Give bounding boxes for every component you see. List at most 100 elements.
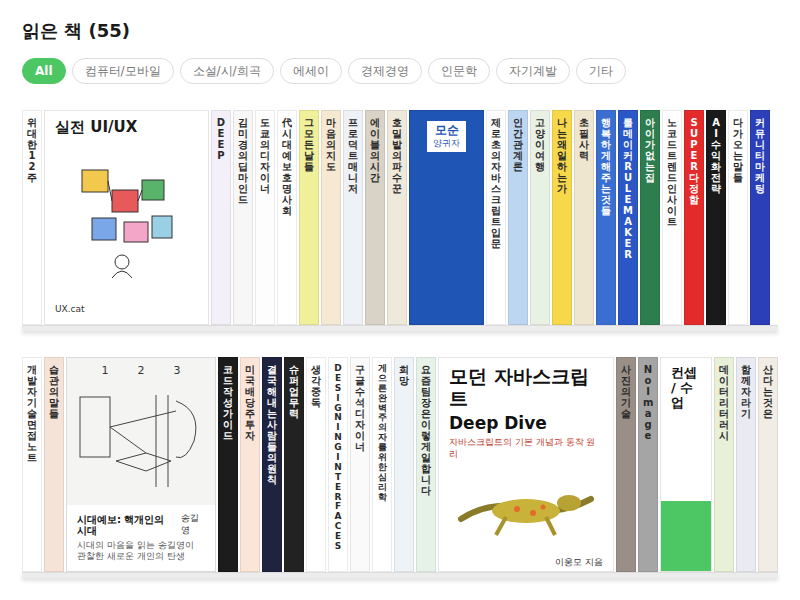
book-spine[interactable]: 룰 메이커 RULE MAKER [618, 110, 638, 325]
book-title: DESIGNING INTERFACES [334, 364, 343, 552]
book-spine[interactable]: 희망 [394, 357, 414, 572]
book-spine[interactable]: 김미경의 딥마인드 [233, 110, 253, 325]
book-title: 룰 메이커 RULE MAKER [623, 117, 633, 260]
filter-chip[interactable]: 인문학 [428, 58, 490, 84]
book-title: 개발자 기술 면접 노트 [27, 364, 37, 463]
book-title: 희망 [399, 364, 409, 386]
book-spine[interactable]: AI 수익화 전략 [706, 110, 726, 325]
filter-chip[interactable]: 소설/시/희곡 [180, 58, 274, 84]
book-row: 개발자 기술 면접 노트 습관의 말들 123시대예보: 핵개인의 시대송길영시대의… [22, 357, 778, 572]
book-spine[interactable]: 위대한 12주 [22, 110, 42, 325]
book-spine[interactable]: 습관의 말들 [44, 357, 64, 572]
filter-chip[interactable]: 자기계발 [496, 58, 570, 84]
wireframe-illustration-icon [62, 160, 192, 280]
book-title: 슈퍼 업무력 [289, 364, 299, 419]
book-title: 습관의 말들 [49, 364, 59, 419]
book-row: 위대한 12주 실전 UI/UX UX.cat DEEP 김미경의 딥마인드 도쿄의 디자… [22, 110, 778, 325]
book-note: 자바스크립트의 기본 개념과 동작 원리 [449, 437, 603, 460]
cover-marks: 123 [67, 358, 215, 377]
book-spine[interactable]: 코드 작성 가이드 [218, 357, 238, 572]
book-spine[interactable]: 에이블의 시간 [365, 110, 385, 325]
book-spine[interactable]: 산다는 것은 [758, 357, 778, 572]
book-title: 代 시대예보 호명사회 [282, 117, 292, 216]
book-spine[interactable]: 다가오는 말들 [728, 110, 748, 325]
book-title: 산다는 것은 [763, 364, 773, 419]
book-cover[interactable]: 모던 자바스크립트Deep Dive자바스크립트의 기본 개념과 동작 원리이웅… [438, 357, 614, 572]
book-subtitle: 시대의 마음을 읽는 송길영이 관찰한 새로운 개인의 탄생 [77, 540, 205, 563]
cover-mark: 2 [138, 364, 145, 377]
book-title: 인간관계론 [513, 117, 523, 172]
book-title: 컨셉 / 수업 [671, 366, 701, 411]
book-spine[interactable]: 데이터 리터러시 [714, 357, 734, 572]
book-title: 모순 [435, 124, 459, 138]
book-spine[interactable]: 代 시대예보 호명사회 [277, 110, 297, 325]
book-title: 마음의 지도 [326, 117, 336, 172]
shelf-plank [22, 572, 778, 578]
book-spine[interactable]: 게으른 완벽주의자를 위한 심리학 [372, 357, 392, 572]
book-subtitle: Deep Dive [449, 414, 603, 434]
book-spine[interactable]: 그 모든 날들 [299, 110, 319, 325]
book-spine[interactable]: 요즘 팀장은 이렇게 일합니다 [416, 357, 436, 572]
book-spine[interactable]: 행복하게 해주는 것들 [596, 110, 616, 325]
bookshelf: 개발자 기술 면접 노트 습관의 말들 123시대예보: 핵개인의 시대송길영시대의… [22, 357, 778, 578]
book-spine[interactable]: 노코드 트렌드 인사이트 [662, 110, 682, 325]
filter-chip[interactable]: 경제경영 [348, 58, 422, 84]
book-title: 결국 해내는 사람들의 원칙 [267, 364, 277, 485]
book-spine[interactable]: 사진의 기술 [616, 357, 636, 572]
book-author: 양귀자 [433, 138, 460, 150]
book-spine[interactable]: 아이가 없는 집 [640, 110, 660, 325]
book-spine[interactable]: 마음의 지도 [321, 110, 341, 325]
book-title: AI 수익화 전략 [711, 117, 721, 194]
book-spine[interactable]: 도쿄의 디자이너 [255, 110, 275, 325]
reading-shelf-page: 읽은 책 (55)All컴퓨터/모바일소설/시/희곡에세이경제경영인문학자기계발… [0, 0, 800, 600]
book-title: 실전 UI/UX [55, 119, 198, 136]
book-cover[interactable]: 123시대예보: 핵개인의 시대송길영시대의 마음을 읽는 송길영이 관찰한 새… [66, 357, 216, 572]
book-spine[interactable]: 함께 자라기 [736, 357, 756, 572]
book-spine[interactable]: 결국 해내는 사람들의 원칙 [262, 357, 282, 572]
book-spine[interactable]: 프로덕트 매니저 [343, 110, 363, 325]
book-title: 아이가 없는 집 [645, 117, 655, 183]
book-title: 데이터 리터러시 [719, 364, 729, 441]
book-spine[interactable]: 인간관계론 [508, 110, 528, 325]
book-cover[interactable]: 컨셉 / 수업 [660, 357, 712, 572]
book-title: 도쿄의 디자이너 [260, 117, 270, 194]
book-author: UX.cat [55, 304, 198, 316]
book-spine[interactable]: No Image [638, 357, 658, 572]
category-filters: All컴퓨터/모바일소설/시/희곡에세이경제경영인문학자기계발기타 [22, 58, 778, 84]
filter-chip[interactable]: 기타 [576, 58, 626, 84]
book-title: SUPER 다정함 [689, 117, 699, 205]
cover-band [661, 501, 711, 571]
book-title: 초필사력 [579, 117, 589, 161]
book-spine[interactable]: 생각 중독 [306, 357, 326, 572]
book-title: 사진의 기술 [621, 364, 631, 419]
book-spine[interactable]: SUPER 다정함 [684, 110, 704, 325]
book-author: 송길영 [181, 513, 205, 536]
book-cover[interactable]: 모순양귀자 [409, 110, 484, 325]
filter-chip[interactable]: 에세이 [280, 58, 342, 84]
book-spine[interactable]: 호밀밭의 파수꾼 [387, 110, 407, 325]
book-spine[interactable]: DEEP [211, 110, 231, 325]
book-title: No Image [643, 364, 653, 441]
perspective-sketch-icon [76, 391, 206, 491]
book-cover[interactable]: 실전 UI/UX UX.cat [44, 110, 209, 325]
filter-chip[interactable]: 컴퓨터/모바일 [72, 58, 174, 84]
book-spine[interactable]: DESIGNING INTERFACES [328, 357, 348, 572]
book-title: 코드 작성 가이드 [223, 364, 233, 441]
book-spine[interactable]: 제로초의 자바스크립트 입문 [486, 110, 506, 325]
book-title: 커뮤니티 마케팅 [755, 117, 765, 194]
book-title: 미국 배당주 투자 [245, 364, 255, 441]
book-spine[interactable]: 개발자 기술 면접 노트 [22, 357, 42, 572]
shelf-plank [22, 325, 778, 331]
book-title: DEEP [216, 117, 226, 161]
book-title: 함께 자라기 [741, 364, 751, 419]
book-spine[interactable]: 구글 수석 디자이너 [350, 357, 370, 572]
book-spine[interactable]: 미국 배당주 투자 [240, 357, 260, 572]
book-spine[interactable]: 커뮤니티 마케팅 [750, 110, 770, 325]
book-spine[interactable]: 슈퍼 업무력 [284, 357, 304, 572]
book-title: 다가오는 말들 [733, 117, 743, 183]
book-spine[interactable]: 고양이 여행 [530, 110, 550, 325]
book-spine[interactable]: 나는 왜 일하는가 [552, 110, 572, 325]
book-spine[interactable]: 초필사력 [574, 110, 594, 325]
book-title: 생각 중독 [311, 364, 321, 408]
filter-chip[interactable]: All [22, 58, 66, 84]
